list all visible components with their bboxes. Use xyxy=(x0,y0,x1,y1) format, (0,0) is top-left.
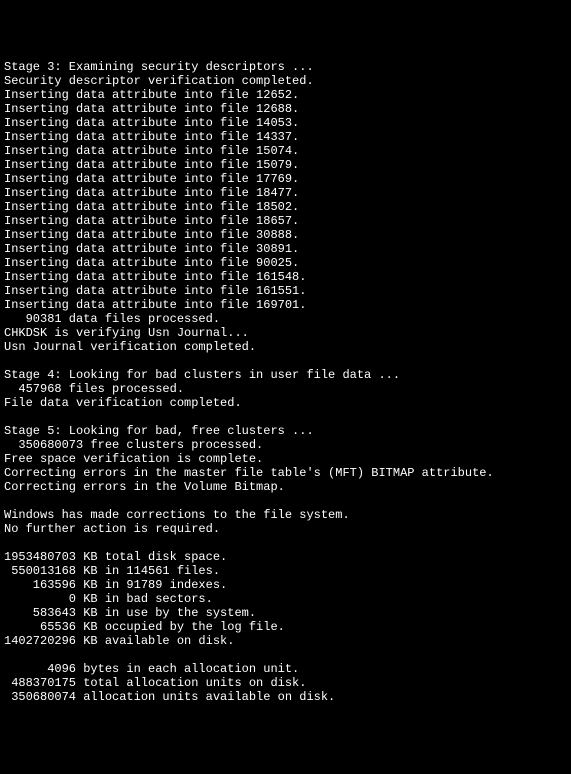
console-line: Inserting data attribute into file 18477… xyxy=(4,186,567,200)
console-line xyxy=(4,648,567,662)
console-line: 0 KB in bad sectors. xyxy=(4,592,567,606)
console-line: Stage 3: Examining security descriptors … xyxy=(4,60,567,74)
console-line: Inserting data attribute into file 14337… xyxy=(4,130,567,144)
console-line: 163596 KB in 91789 indexes. xyxy=(4,578,567,592)
console-line: 350680074 allocation units available on … xyxy=(4,690,567,704)
console-output: Stage 3: Examining security descriptors … xyxy=(4,60,567,704)
console-line: 1402720296 KB available on disk. xyxy=(4,634,567,648)
console-line: Stage 5: Looking for bad, free clusters … xyxy=(4,424,567,438)
console-line: 550013168 KB in 114561 files. xyxy=(4,564,567,578)
console-line: Security descriptor verification complet… xyxy=(4,74,567,88)
console-line: 350680073 free clusters processed. xyxy=(4,438,567,452)
console-line: 1953480703 KB total disk space. xyxy=(4,550,567,564)
console-line: Inserting data attribute into file 16970… xyxy=(4,298,567,312)
console-line: Inserting data attribute into file 12652… xyxy=(4,88,567,102)
console-line: 457968 files processed. xyxy=(4,382,567,396)
console-line: Inserting data attribute into file 12688… xyxy=(4,102,567,116)
console-line xyxy=(4,494,567,508)
console-line: Inserting data attribute into file 15079… xyxy=(4,158,567,172)
console-line: Inserting data attribute into file 30891… xyxy=(4,242,567,256)
console-line: CHKDSK is verifying Usn Journal... xyxy=(4,326,567,340)
console-line xyxy=(4,536,567,550)
console-line: Stage 4: Looking for bad clusters in use… xyxy=(4,368,567,382)
console-line: Inserting data attribute into file 16155… xyxy=(4,284,567,298)
console-line: Free space verification is complete. xyxy=(4,452,567,466)
console-line: Usn Journal verification completed. xyxy=(4,340,567,354)
console-line: 583643 KB in use by the system. xyxy=(4,606,567,620)
console-line: 90381 data files processed. xyxy=(4,312,567,326)
console-line: No further action is required. xyxy=(4,522,567,536)
console-line: Windows has made corrections to the file… xyxy=(4,508,567,522)
console-line: Inserting data attribute into file 14053… xyxy=(4,116,567,130)
console-line: 4096 bytes in each allocation unit. xyxy=(4,662,567,676)
console-line: 65536 KB occupied by the log file. xyxy=(4,620,567,634)
console-line: File data verification completed. xyxy=(4,396,567,410)
console-line: Inserting data attribute into file 18657… xyxy=(4,214,567,228)
console-line: Correcting errors in the master file tab… xyxy=(4,466,567,480)
console-line: Inserting data attribute into file 15074… xyxy=(4,144,567,158)
console-line xyxy=(4,410,567,424)
console-line: Inserting data attribute into file 16154… xyxy=(4,270,567,284)
console-line: Correcting errors in the Volume Bitmap. xyxy=(4,480,567,494)
console-line: Inserting data attribute into file 30888… xyxy=(4,228,567,242)
console-line: Inserting data attribute into file 17769… xyxy=(4,172,567,186)
console-line: 488370175 total allocation units on disk… xyxy=(4,676,567,690)
console-line xyxy=(4,354,567,368)
console-line: Inserting data attribute into file 18502… xyxy=(4,200,567,214)
console-line: Inserting data attribute into file 90025… xyxy=(4,256,567,270)
